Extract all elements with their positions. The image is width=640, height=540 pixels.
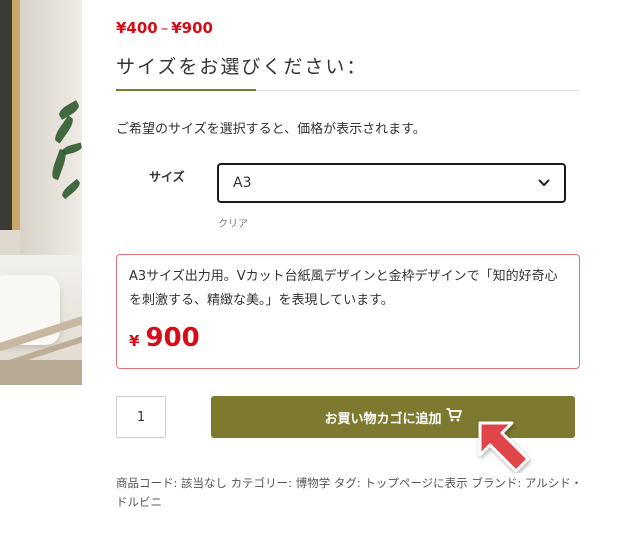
currency-symbol: ¥ (129, 332, 140, 350)
arrow-pointer-icon (470, 413, 540, 473)
variation-price-value: 900 (145, 323, 200, 353)
clear-selection-link[interactable]: クリア (218, 215, 248, 230)
product-photo (0, 0, 82, 385)
title-divider-accent (116, 89, 256, 91)
variation-info-box: A3サイズ出力用。Vカット台紙風デザインと金枠デザインで「知的好奇心を刺激する、… (116, 254, 580, 369)
size-select-value: A3 (233, 175, 252, 191)
size-select[interactable]: A3 (217, 163, 566, 203)
quantity-value: 1 (136, 409, 146, 425)
variation-price: ¥ 900 (129, 323, 567, 353)
photo-frame-gold (12, 0, 20, 230)
price-range: ¥400– ¥900 (116, 19, 213, 37)
photo-wall (20, 0, 82, 270)
add-to-cart-label: お買い物カゴに追加 (324, 411, 442, 427)
product-meta: 商品コード: 該当なし カテゴリー: 博物学 タグ: トップページに表示 ブラン… (116, 476, 583, 509)
cart-icon (442, 408, 462, 426)
size-label: サイズ (149, 170, 185, 184)
size-section-title: サイズをお選びください： (116, 56, 368, 78)
variation-description: A3サイズ出力用。Vカット台紙風デザインと金枠デザインで「知的好奇心を刺激する、… (129, 269, 558, 308)
photo-floor (0, 360, 82, 385)
size-instruction: ご希望のサイズを選択すると、価格が表示されます。 (116, 122, 426, 137)
price-min: ¥400 (116, 19, 158, 37)
price-separator: – (160, 19, 169, 37)
chevron-down-icon (538, 179, 550, 187)
quantity-input[interactable]: 1 (116, 396, 166, 438)
price-max: ¥900 (171, 19, 213, 37)
photo-frame-edge (0, 0, 12, 230)
